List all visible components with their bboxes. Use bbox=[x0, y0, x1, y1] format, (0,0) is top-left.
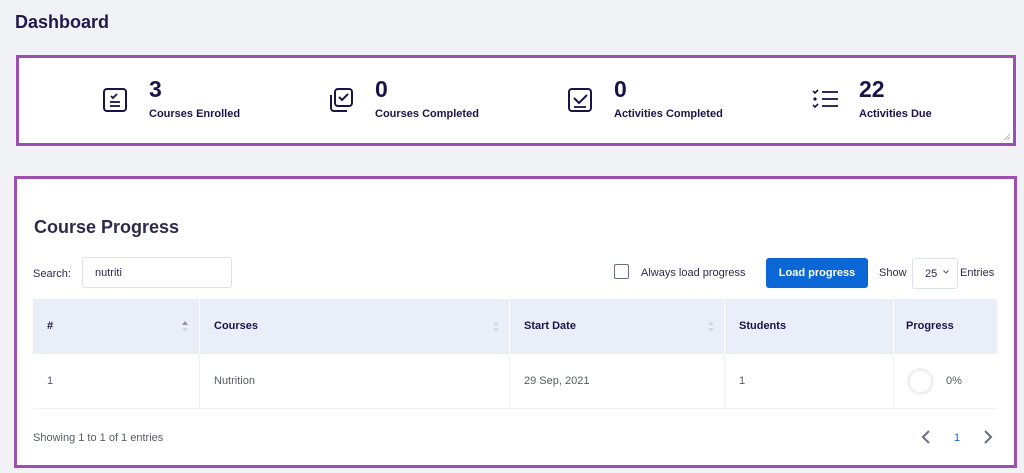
chevron-left-icon[interactable] bbox=[920, 429, 934, 445]
pagination-current-page[interactable]: 1 bbox=[954, 432, 960, 444]
table-row[interactable]: 1 Nutrition 29 Sep, 2021 1 0% bbox=[33, 354, 997, 409]
always-load-label[interactable]: Always load progress bbox=[641, 267, 746, 279]
column-header-progress: Progress bbox=[893, 299, 997, 354]
table-info: Showing 1 to 1 of 1 entries bbox=[33, 432, 164, 444]
search-input[interactable] bbox=[82, 257, 232, 288]
stat-label: Courses Enrolled bbox=[149, 108, 241, 120]
sort-icon bbox=[493, 321, 499, 332]
checklist-icon bbox=[812, 89, 838, 109]
table-header: # Courses Start Date Students Progress bbox=[33, 299, 997, 354]
stacked-checkbox-icon bbox=[330, 88, 353, 112]
course-progress-card: Course Progress Search: Always load prog… bbox=[14, 176, 1017, 468]
stat-value: 22 bbox=[859, 76, 885, 102]
load-progress-button[interactable]: Load progress bbox=[766, 258, 868, 288]
sort-icon bbox=[182, 321, 188, 332]
course-progress-title: Course Progress bbox=[34, 217, 180, 237]
column-header-students: Students bbox=[724, 299, 893, 354]
checkbox-icon bbox=[568, 88, 592, 112]
cell-students: 1 bbox=[724, 354, 893, 409]
clipboard-list-icon bbox=[103, 88, 127, 112]
stat-label: Activities Due bbox=[859, 108, 932, 120]
cell-course[interactable]: Nutrition bbox=[199, 354, 509, 409]
stat-label: Courses Completed bbox=[375, 108, 479, 120]
column-header-label: Start Date bbox=[524, 320, 576, 332]
progress-percent: 0% bbox=[946, 375, 962, 387]
sort-icon bbox=[708, 321, 714, 332]
chevron-right-icon[interactable] bbox=[980, 429, 994, 445]
column-header-start-date[interactable]: Start Date bbox=[509, 299, 724, 354]
column-header-label: Progress bbox=[906, 320, 954, 332]
column-header-number[interactable]: # bbox=[33, 299, 199, 354]
page-title: Dashboard bbox=[15, 12, 110, 32]
column-header-label: # bbox=[47, 320, 54, 332]
stat-value: 0 bbox=[614, 76, 627, 102]
chevron-down-icon bbox=[943, 270, 949, 274]
column-header-label: Students bbox=[739, 320, 787, 332]
stats-card: 3 Courses Enrolled 0 Courses Completed 0… bbox=[16, 55, 1016, 146]
always-load-checkbox[interactable] bbox=[614, 264, 629, 279]
entries-select-value: 25 bbox=[925, 268, 938, 280]
cell-number: 1 bbox=[47, 375, 54, 387]
column-header-courses[interactable]: Courses bbox=[199, 299, 509, 354]
entries-label: Entries bbox=[960, 267, 995, 279]
cell-progress: 0% bbox=[893, 354, 997, 409]
search-label: Search: bbox=[33, 268, 71, 280]
stat-value: 3 bbox=[149, 76, 162, 102]
stat-value: 0 bbox=[375, 76, 388, 102]
stat-label: Activities Completed bbox=[614, 108, 723, 120]
column-header-label: Courses bbox=[214, 320, 259, 332]
progress-ring bbox=[907, 368, 934, 395]
show-label: Show bbox=[879, 267, 907, 279]
entries-select[interactable]: 25 bbox=[912, 258, 958, 289]
cell-start-date: 29 Sep, 2021 bbox=[509, 354, 724, 409]
resize-grip-icon[interactable] bbox=[1003, 133, 1010, 140]
